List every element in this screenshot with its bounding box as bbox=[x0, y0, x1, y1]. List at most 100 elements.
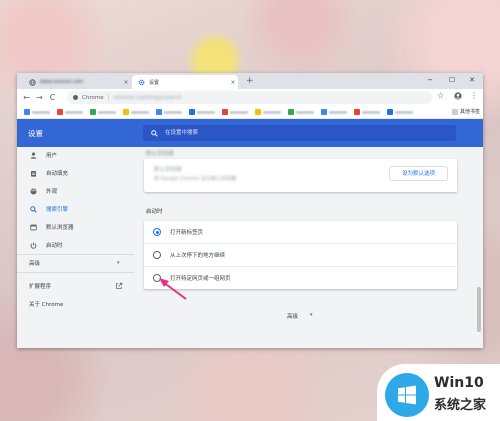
forward-button[interactable]: → bbox=[33, 93, 46, 102]
settings-main: 默认浏览器 默认浏览器 将 Google Chrome 设为默认浏览器 设为默认… bbox=[144, 147, 457, 348]
bookmark-item[interactable] bbox=[222, 109, 248, 115]
startup-option-label: 打开新标签页 bbox=[170, 230, 204, 236]
bookmark-item[interactable] bbox=[354, 109, 380, 115]
bookmarks-bar: 其他书签 bbox=[17, 106, 483, 119]
gear-icon bbox=[138, 79, 145, 86]
sidebar-item-advanced[interactable]: 高级 ▾ bbox=[17, 256, 134, 270]
on-startup-card: 打开新标签页 从上次停下的地方继续 打开特定网页或一组网页 bbox=[144, 221, 457, 289]
on-startup-section-title: 启动时 bbox=[146, 209, 163, 215]
bookmark-item[interactable] bbox=[321, 109, 347, 115]
other-bookmarks[interactable]: 其他书签 bbox=[451, 108, 480, 115]
sidebar-item-label: 自动填充 bbox=[46, 171, 69, 177]
radio-button[interactable] bbox=[153, 228, 161, 236]
sidebar-item-label: 启动时 bbox=[46, 243, 63, 249]
tab-settings-title: 设置 bbox=[149, 79, 160, 86]
palette-icon bbox=[29, 187, 37, 195]
settings-content: 用户 自动填充 外观 搜索引擎 默认浏览器 启动时 高级 ▾ 扩展程序 关于 C… bbox=[17, 147, 483, 348]
watermark-title: Win10 bbox=[434, 375, 484, 391]
bookmark-item[interactable] bbox=[387, 109, 413, 115]
bookmark-item[interactable] bbox=[123, 109, 149, 115]
bookmark-item[interactable] bbox=[57, 109, 83, 115]
chevron-down-icon[interactable]: ▾ bbox=[310, 312, 313, 318]
tab-settings[interactable]: 设置 × bbox=[132, 75, 238, 89]
scrollbar[interactable] bbox=[476, 147, 482, 348]
chevron-down-icon: ▾ bbox=[117, 260, 120, 266]
startup-option-new-tab[interactable]: 打开新标签页 bbox=[144, 221, 457, 243]
sidebar-item-search-engine[interactable]: 搜索引擎 bbox=[17, 202, 134, 216]
make-default-button[interactable]: 设为默认选项 bbox=[389, 166, 448, 181]
close-window-button[interactable]: ✕ bbox=[461, 73, 483, 87]
new-tab-button[interactable]: + bbox=[246, 76, 254, 86]
watermark-subtitle: 系统之家 bbox=[434, 398, 487, 413]
search-icon bbox=[151, 129, 160, 137]
sidebar-divider bbox=[17, 272, 134, 273]
profile-avatar[interactable] bbox=[454, 92, 462, 102]
sidebar-item-on-startup[interactable]: 启动时 bbox=[17, 238, 134, 252]
default-browser-card: 默认浏览器 将 Google Chrome 设为默认浏览器 设为默认选项 bbox=[144, 159, 457, 192]
sidebar-item-appearance[interactable]: 外观 bbox=[17, 184, 134, 198]
bookmark-item[interactable] bbox=[189, 109, 215, 115]
globe-icon bbox=[29, 78, 36, 86]
url-text: chrome://settings/search bbox=[113, 94, 182, 101]
browser-icon bbox=[29, 223, 37, 231]
search-icon bbox=[29, 205, 37, 213]
sidebar-item-label: 默认浏览器 bbox=[46, 225, 74, 231]
sidebar-item-default-browser[interactable]: 默认浏览器 bbox=[17, 220, 134, 234]
sidebar-about-label: 关于 Chrome bbox=[29, 302, 64, 308]
bookmark-item[interactable] bbox=[24, 109, 50, 115]
bookmark-item[interactable] bbox=[156, 109, 182, 115]
sidebar-extensions-label: 扩展程序 bbox=[29, 284, 52, 290]
reload-button[interactable]: C bbox=[46, 93, 59, 102]
settings-sidebar: 用户 自动填充 外观 搜索引擎 默认浏览器 启动时 高级 ▾ 扩展程序 关于 C… bbox=[17, 147, 134, 348]
sidebar-item-extensions[interactable]: 扩展程序 bbox=[17, 279, 134, 293]
address-bar[interactable]: Chrome | chrome://settings/search bbox=[67, 91, 432, 104]
search-input[interactable] bbox=[163, 129, 447, 137]
minimize-button[interactable]: − bbox=[419, 73, 441, 87]
browser-window: www.xxxxxx.com × 设置 × + − ☐ ✕ ← → C Chro… bbox=[17, 73, 483, 348]
omnibox-separator: | bbox=[107, 94, 110, 101]
site-info-icon[interactable] bbox=[73, 95, 78, 100]
startup-option-continue[interactable]: 从上次停下的地方继续 bbox=[144, 243, 457, 266]
sidebar-item-autofill[interactable]: 自动填充 bbox=[17, 166, 134, 180]
page-title: 设置 bbox=[28, 129, 43, 138]
tab-1[interactable]: www.xxxxxx.com × bbox=[23, 75, 131, 89]
annotation-arrow bbox=[159, 278, 187, 300]
person-icon bbox=[29, 151, 37, 159]
back-button[interactable]: ← bbox=[20, 93, 33, 102]
tab-strip: www.xxxxxx.com × 设置 × + − ☐ ✕ bbox=[17, 73, 483, 89]
sidebar-advanced-label: 高级 bbox=[29, 261, 41, 267]
settings-header: 设置 bbox=[17, 119, 483, 147]
sidebar-item-about[interactable]: 关于 Chrome bbox=[17, 297, 134, 311]
sidebar-item-label: 用户 bbox=[46, 153, 58, 159]
sidebar-item-label: 搜索引擎 bbox=[46, 207, 69, 213]
windows-logo-icon bbox=[385, 373, 429, 417]
default-browser-section-title: 默认浏览器 bbox=[146, 151, 174, 157]
menu-button[interactable]: ⋮ bbox=[470, 91, 478, 100]
sidebar-item-label: 外观 bbox=[46, 189, 58, 195]
sidebar-item-people[interactable]: 用户 bbox=[17, 148, 134, 162]
bookmark-item[interactable] bbox=[288, 109, 314, 115]
other-bookmarks-label: 其他书签 bbox=[459, 109, 480, 115]
bookmark-star-icon[interactable]: ☆ bbox=[437, 91, 444, 100]
maximize-button[interactable]: ☐ bbox=[441, 73, 463, 87]
site-label: Chrome bbox=[82, 94, 104, 101]
advanced-footer-label[interactable]: 高级 bbox=[287, 312, 298, 320]
scrollbar-thumb[interactable] bbox=[477, 287, 481, 332]
tab-1-close-icon[interactable]: × bbox=[121, 79, 131, 86]
bookmark-item[interactable] bbox=[255, 109, 281, 115]
tab-settings-close-icon[interactable]: × bbox=[228, 79, 238, 86]
radio-button[interactable] bbox=[153, 251, 161, 259]
startup-option-specific-pages[interactable]: 打开特定网页或一组网页 bbox=[144, 266, 457, 289]
startup-option-label: 从上次停下的地方继续 bbox=[170, 253, 226, 259]
tab-1-title: www.xxxxxx.com bbox=[40, 79, 84, 85]
bookmark-item[interactable] bbox=[90, 109, 116, 115]
power-icon bbox=[29, 241, 37, 249]
clipboard-icon bbox=[29, 169, 37, 177]
open-in-new-icon bbox=[115, 282, 123, 292]
toolbar: ← → C Chrome | chrome://settings/search … bbox=[17, 89, 483, 106]
settings-search[interactable] bbox=[143, 125, 456, 141]
sidebar-divider bbox=[17, 254, 134, 255]
folder-icon bbox=[451, 108, 458, 115]
default-browser-name: 默认浏览器 bbox=[154, 167, 182, 173]
default-browser-description: 将 Google Chrome 设为默认浏览器 bbox=[154, 176, 237, 182]
